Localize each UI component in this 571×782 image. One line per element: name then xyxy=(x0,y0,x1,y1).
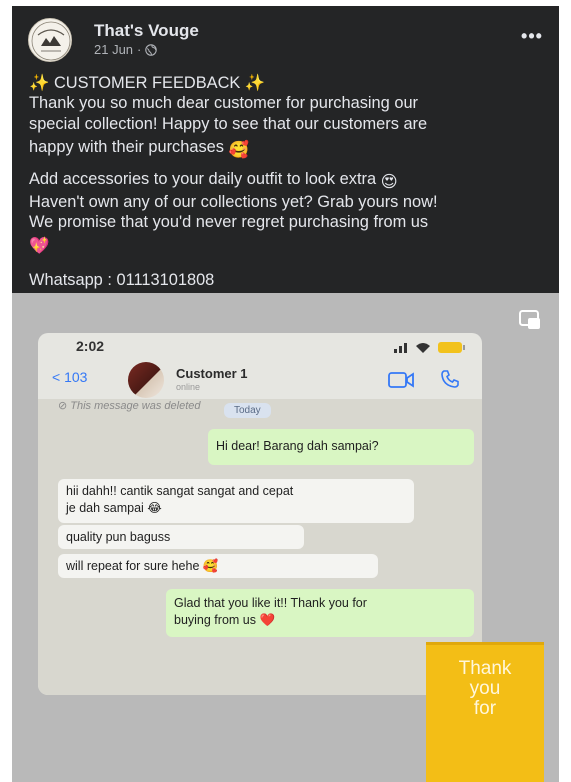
contact-name[interactable]: Customer 1 xyxy=(176,366,248,381)
chat-screenshot: 2:02 < 103 Customer 1 online ⊘ This mess… xyxy=(38,333,482,695)
back-button[interactable]: < 103 xyxy=(52,369,87,385)
message-bubble[interactable]: hii dahh!! cantik sangat sangat and cepa… xyxy=(58,479,414,523)
post-line: happy with their purchases 🥰 xyxy=(29,137,554,160)
page-avatar[interactable] xyxy=(28,18,72,62)
message-bubble[interactable]: quality pun baguss xyxy=(58,525,304,549)
post-media[interactable]: 2:02 < 103 Customer 1 online ⊘ This mess… xyxy=(12,293,559,782)
emoji-smiling-hearts: 🥰 xyxy=(228,141,249,160)
deleted-message: ⊘ This message was deleted xyxy=(58,400,201,412)
picture-in-picture-icon[interactable] xyxy=(519,310,541,330)
message-bubble[interactable]: Glad that you like it!! Thank you for bu… xyxy=(166,589,474,637)
phone-status-bar: 2:02 xyxy=(38,333,482,359)
post-line: Thank you so much dear customer for purc… xyxy=(29,94,419,113)
post-line: Haven't own any of our collections yet? … xyxy=(29,193,438,212)
post-line: 💖 xyxy=(29,233,554,256)
message-bubble[interactable]: Hi dear! Barang dah sampai? xyxy=(208,429,474,465)
date-divider: Today xyxy=(224,403,271,418)
chat-messages: ⊘ This message was deleted Today Hi dear… xyxy=(38,399,482,695)
post-line: We promise that you'd never regret purch… xyxy=(29,213,429,232)
contact-avatar[interactable] xyxy=(128,362,164,398)
globe-icon xyxy=(145,44,158,56)
post-meta: 21 Jun · xyxy=(94,42,158,57)
video-call-icon[interactable] xyxy=(388,371,414,389)
sticker-line: Thank xyxy=(458,658,512,679)
message-line: buying from us ❤️ xyxy=(174,613,276,627)
post-line-text: Add accessories to your daily outfit to … xyxy=(29,169,377,188)
facebook-post: That's Vouge 21 Jun · ••• ✨ CUSTOMER FEED… xyxy=(12,6,559,782)
page-name[interactable]: That's Vouge xyxy=(94,21,199,41)
message-line: hii dahh!! cantik sangat sangat and cepa… xyxy=(66,484,294,498)
post-date[interactable]: 21 Jun xyxy=(94,42,133,57)
contact-status: online xyxy=(176,382,201,392)
more-options-button[interactable]: ••• xyxy=(518,27,546,50)
status-time: 2:02 xyxy=(76,338,105,354)
message-bubble[interactable]: will repeat for sure hehe 🥰 xyxy=(58,554,378,578)
whatsapp-contact: Whatsapp : 01113101808 xyxy=(29,271,215,290)
message-line: Glad that you like it!! Thank you for xyxy=(174,596,367,610)
thank-you-sticker: Thank you for xyxy=(426,642,544,782)
emoji-sparkling-heart: 💖 xyxy=(29,236,50,255)
post-line: ✨ CUSTOMER FEEDBACK ✨ xyxy=(29,74,266,92)
sticker-line: you xyxy=(469,678,501,699)
post-text: ✨ CUSTOMER FEEDBACK ✨ Thank you so much … xyxy=(29,73,554,291)
post-line: special collection! Happy to see that ou… xyxy=(29,114,428,133)
voice-call-icon[interactable] xyxy=(440,369,460,389)
sticker-line: for xyxy=(473,698,497,719)
message-line: je dah sampai 😂 xyxy=(66,501,162,515)
chat-header: < 103 Customer 1 online xyxy=(38,359,482,399)
post-line-text: happy with their purchases xyxy=(29,138,224,157)
emoji-heart-eyes: 😍 xyxy=(380,172,398,191)
post-line: Add accessories to your daily outfit to … xyxy=(29,169,554,192)
post-header: That's Vouge 21 Jun · ••• xyxy=(12,6,559,68)
signal-wifi-battery-icon xyxy=(394,342,465,353)
brand-logo-icon xyxy=(31,21,71,61)
